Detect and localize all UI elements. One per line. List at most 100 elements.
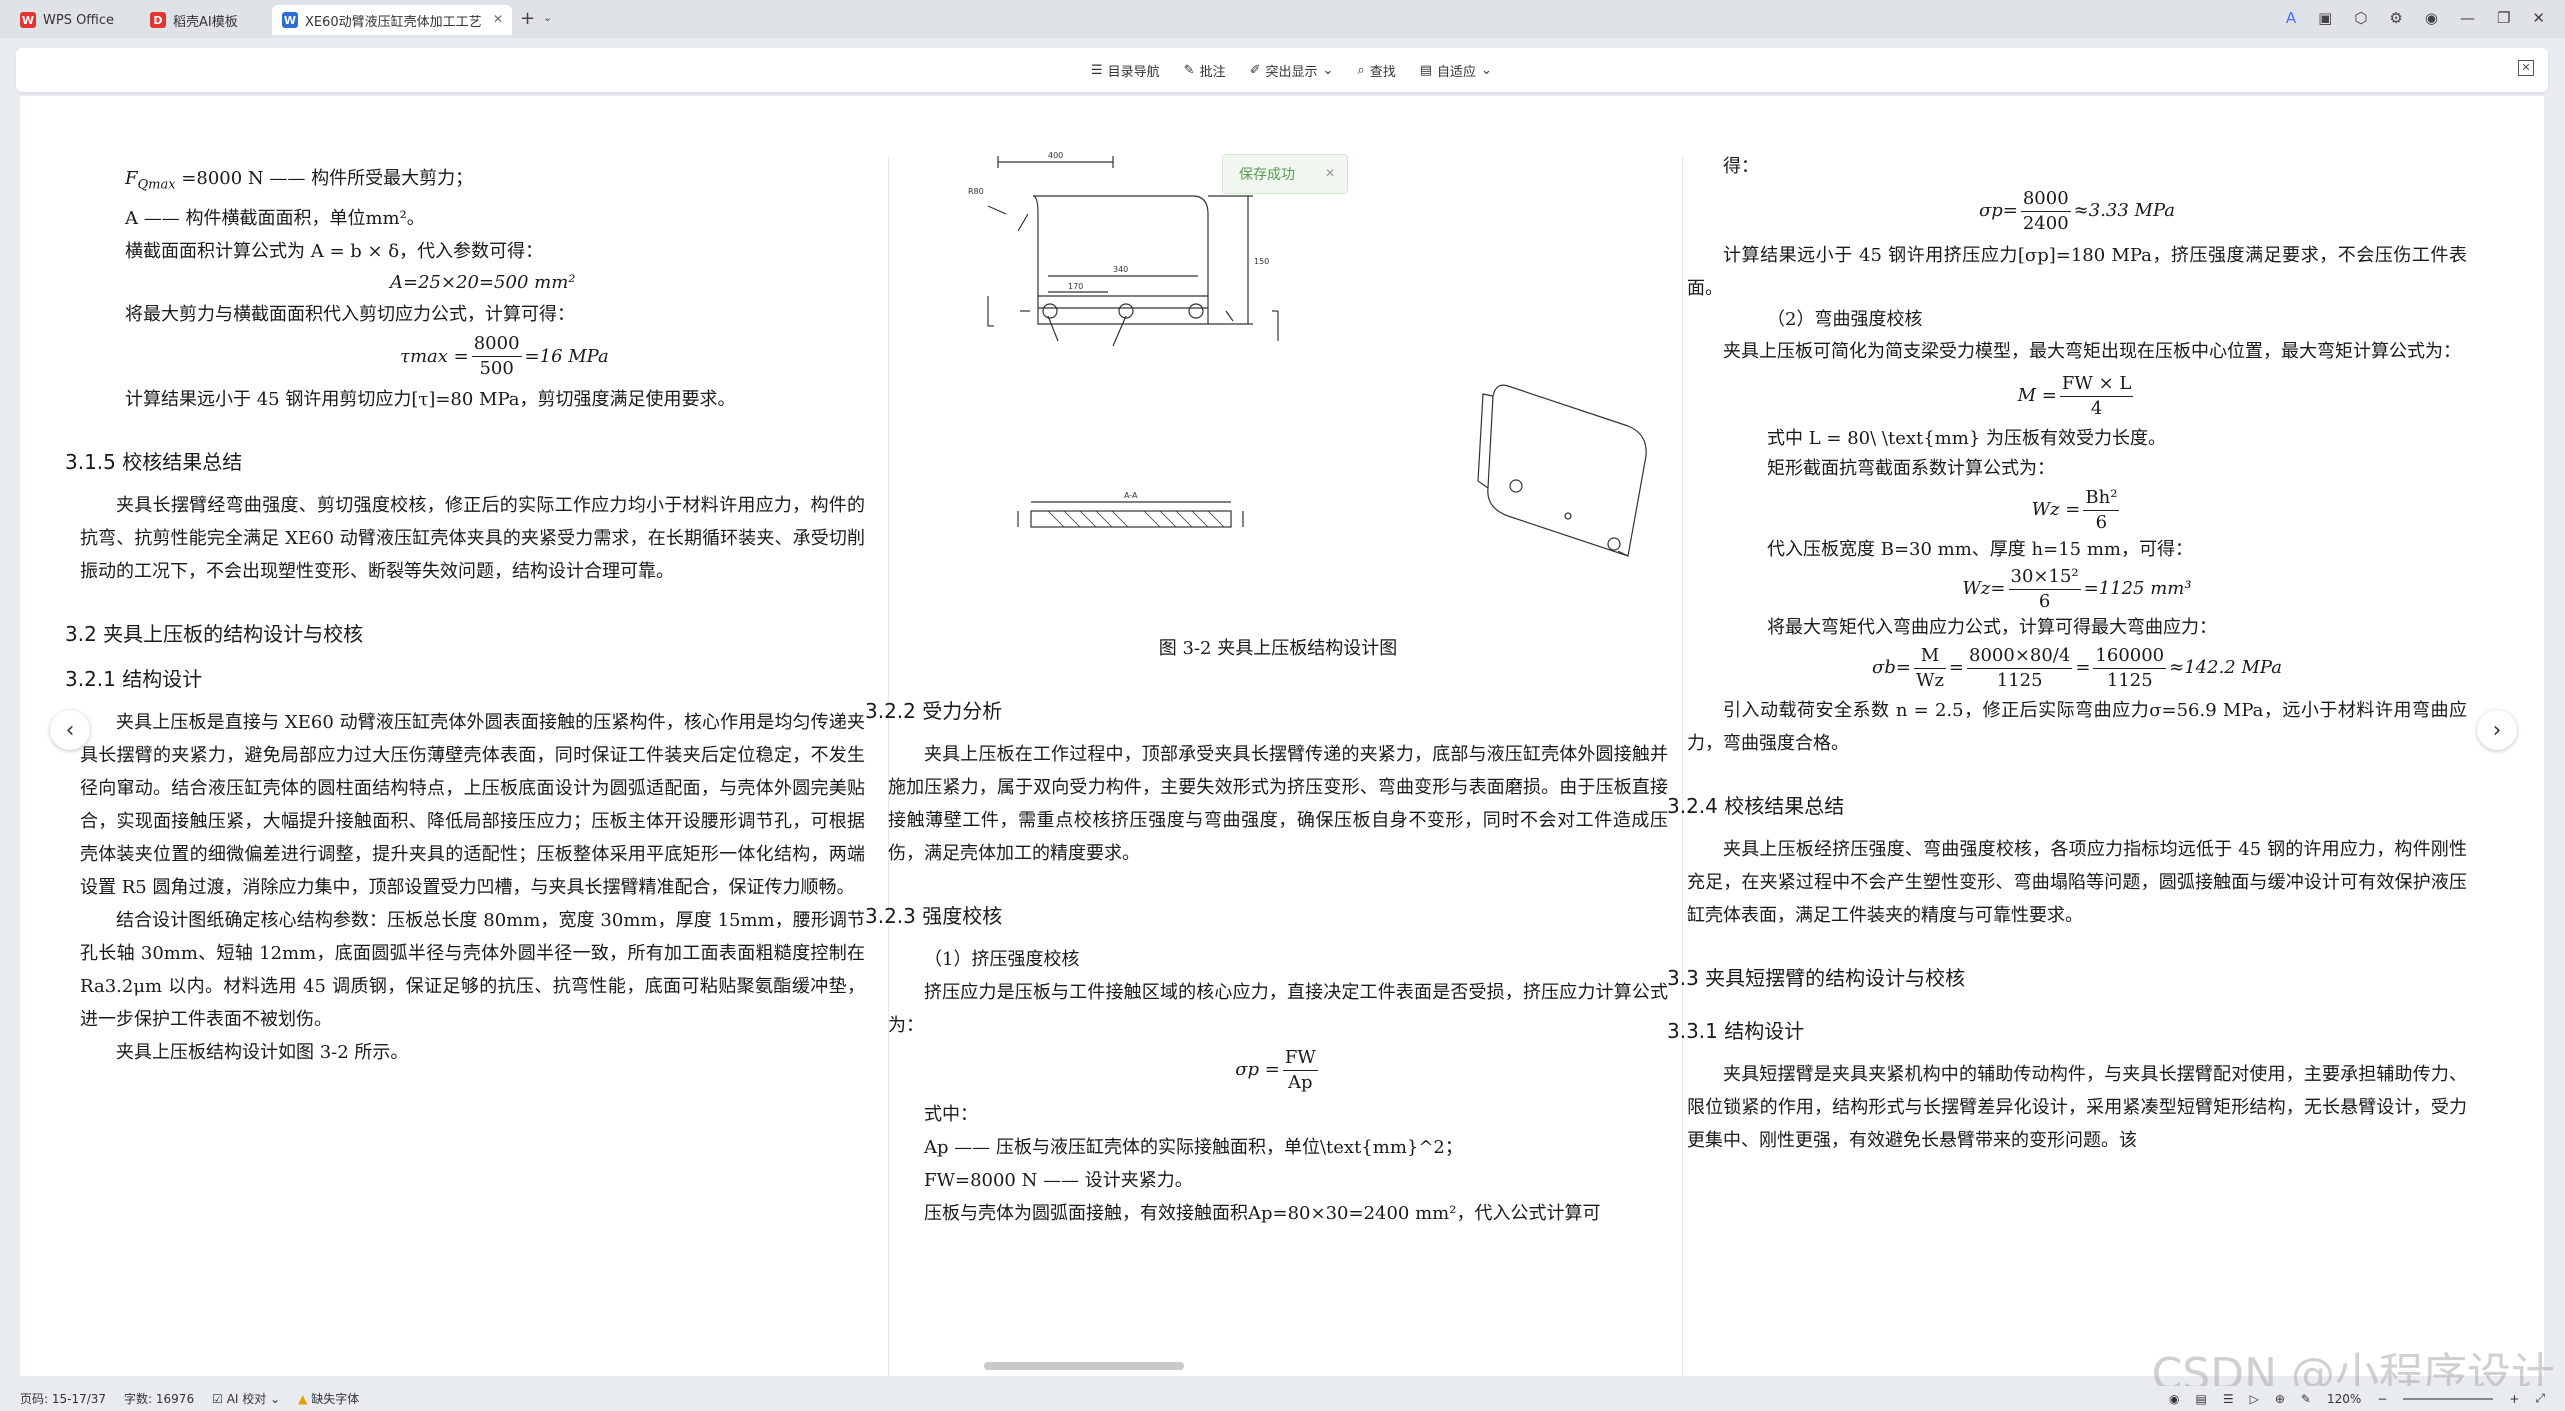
section-heading: 3.3.1 结构设计 (1667, 1019, 1805, 1043)
paragraph: 夹具长摆臂经弯曲强度、剪切强度校核，修正后的实际工作应力均小于材料许用应力，构件… (80, 494, 865, 582)
page-icon: ▤ (1419, 63, 1433, 78)
tab-wps-office[interactable]: W WPS Office (10, 5, 140, 35)
daoke-icon: D (150, 12, 166, 28)
next-page-button[interactable]: › (2477, 710, 2517, 750)
search-icon: ⌕ (1357, 63, 1365, 78)
zoom-slider[interactable] (2403, 1397, 2494, 1400)
highlight-button[interactable]: ✐ 突出显示 ⌄ (1250, 61, 1334, 80)
tab-daoke-template[interactable]: D 稻壳AI模板 (140, 5, 265, 35)
web-view-icon[interactable]: ⊕ (2275, 1392, 2285, 1406)
zoom-in-icon[interactable]: + (2509, 1392, 2519, 1406)
text-line: （1）挤压强度校核 (924, 949, 1080, 970)
restore-icon[interactable]: ❐ (2497, 9, 2510, 27)
document-page: FQmax =8000 N —— 构件所受最大剪力； A —— 构件横截面面积，… (20, 96, 2544, 1376)
highlighter-icon: ✐ (1249, 63, 1261, 78)
exit-reading-icon[interactable]: ✕ (2518, 60, 2534, 76)
equation: M = FW × L4 (2017, 372, 2134, 419)
toc-nav-button[interactable]: ☰ 目录导航 (1091, 61, 1160, 80)
fit-button[interactable]: ▤ 自适应 ⌄ (1420, 61, 1492, 80)
column-divider (1682, 156, 1683, 1376)
text-line: FQmax =8000 N —— 构件所受最大剪力； (125, 168, 474, 193)
text-line: 压板与壳体为圆弧面接触，有效接触面积Ap=80×30=2400 mm²，代入公式… (924, 1203, 1601, 1224)
pen-icon[interactable]: ✎ (2301, 1392, 2311, 1406)
close-toast-icon[interactable]: ✕ (1325, 166, 1335, 180)
prev-page-button[interactable]: ‹ (50, 710, 90, 750)
chevron-left-icon: ‹ (65, 717, 75, 743)
text-line: 将最大弯矩代入弯曲应力公式，计算可得最大弯曲应力： (1767, 617, 2217, 638)
dim-label: 170 (1068, 282, 1083, 291)
section-heading: 3.1.5 校核结果总结 (65, 449, 243, 474)
column-3: 得： σp= 8000 2400 ≈3.33 MPa 计算结果远小于 45 钢许用挤压… (1667, 150, 2467, 1376)
section-heading: 3.2.4 校核结果总结 (1667, 794, 1845, 818)
eye-icon[interactable]: ◉ (2169, 1392, 2179, 1406)
paragraph: 挤压应力是压板与工件接触区域的核心应力，直接决定工件表面是否受损，挤压应力计算公… (888, 982, 1668, 1036)
paragraph: 夹具上压板是直接与 XE60 动臂液压缸壳体外圆表面接触的压紧构件，核心作用是均… (80, 711, 865, 898)
word-count[interactable]: 字数: 16976 (124, 1390, 194, 1407)
equation: A=25×20=500 mm² (390, 271, 576, 293)
equation: τmax = 8000 500 =16 MPa (400, 333, 609, 380)
ai-proofread-button[interactable]: ☑ AI 校对 ⌄ (212, 1390, 280, 1407)
page-indicator[interactable]: 页码: 15-17/37 (20, 1390, 106, 1407)
text-line: Ap —— 压板与液压缸壳体的实际接触面积，单位\text{mm}^2； (924, 1137, 1463, 1158)
zoom-out-icon[interactable]: − (2377, 1392, 2387, 1406)
text-line: 计算结果远小于 45 钢许用剪切应力[τ]=80 MPa，剪切强度满足使用要求。 (125, 388, 736, 410)
dim-label: 150 (1254, 257, 1269, 266)
text-line: 得： (1723, 156, 1759, 177)
minimize-icon[interactable]: — (2460, 9, 2475, 27)
paragraph: 夹具上压板可简化为简支梁受力模型，最大弯矩出现在压板中心位置，最大弯矩计算公式为… (1723, 341, 2461, 362)
tab-document[interactable]: W XE60动臂液压缸壳体加工工艺 ✕ (272, 5, 512, 35)
warning-icon: ▲ (298, 1392, 308, 1406)
annotate-button[interactable]: ✎ 批注 (1184, 61, 1226, 80)
close-window-icon[interactable]: ✕ (2532, 9, 2545, 27)
chevron-right-icon: › (2492, 717, 2502, 743)
paragraph: 计算结果远小于 45 钢许用挤压应力[σp]=180 MPa，挤压强度满足要求，… (1687, 245, 2467, 299)
section-heading: 3.2.3 强度校核 (865, 904, 1003, 928)
section-heading: 3.3 夹具短摆臂的结构设计与校核 (1667, 966, 1966, 990)
equation: σb= M Wz = 8000×80/4 1125 = 160000 1125 ≈142.2 MP… (1872, 644, 2282, 691)
section-label: A-A (1124, 491, 1138, 500)
text-line: 式中： (924, 1104, 978, 1125)
close-tab-icon[interactable]: ✕ (493, 12, 503, 26)
cube-icon[interactable]: ⬡ (2354, 9, 2367, 27)
equation: σp= 8000 2400 ≈3.33 MPa (1978, 187, 2176, 234)
equation: Wz = Bh² 6 (2031, 486, 2120, 533)
missing-font-button[interactable]: ▲ 缺失字体 (298, 1390, 359, 1407)
list-icon: ☰ (1091, 63, 1103, 78)
new-tab-icon[interactable]: + (520, 8, 535, 29)
paragraph: 结合设计图纸确定核心结构参数：压板总长度 80mm，宽度 30mm，厚度 15m… (80, 909, 865, 1030)
figure-caption: 图 3-2 夹具上压板结构设计图 (1158, 638, 1398, 659)
text-line: 式中 L = 80\ \text{mm} 为压板有效受力长度。 (1767, 428, 2166, 449)
dim-label: R80 (968, 187, 984, 196)
user-icon[interactable]: ◉ (2425, 9, 2438, 27)
text-line: 将最大剪力与横截面面积代入剪切应力公式，计算可得： (125, 303, 575, 325)
column-1: FQmax =8000 N —— 构件所受最大剪力； A —— 构件横截面面积，… (65, 162, 865, 1376)
dim-label: 340 (1113, 265, 1128, 274)
horizontal-scrollbar[interactable] (984, 1362, 1184, 1370)
proofread-icon: ☑ (212, 1392, 223, 1406)
zoom-level[interactable]: 120% (2327, 1392, 2361, 1406)
equation: σp = FW Ap (1235, 1046, 1318, 1093)
tab-bar: W WPS Office D 稻壳AI模板 W XE60动臂液压缸壳体加工工艺 … (0, 0, 2565, 38)
page-view-icon[interactable]: ▤ (2195, 1392, 2206, 1406)
paragraph: 夹具上压板在工作过程中，顶部承受夹具长摆臂传递的夹紧力，底部与液压缸壳体外圆接触… (888, 744, 1668, 864)
settings-icon[interactable]: ⚙ (2389, 9, 2402, 27)
chevron-down-icon[interactable]: ⌄ (543, 11, 552, 24)
outline-icon[interactable]: ☰ (2223, 1392, 2234, 1406)
paragraph: 夹具上压板经挤压强度、弯曲强度校核，各项应力指标均远低于 45 钢的许用应力，构… (1687, 839, 2467, 926)
ai-icon[interactable]: A (2286, 9, 2296, 27)
text-line: FW=8000 N —— 设计夹紧力。 (924, 1170, 1193, 1191)
text-line: （2）弯曲强度校核 (1767, 309, 1923, 330)
fullscreen-icon[interactable]: ⤢ (2535, 1391, 2545, 1406)
section-heading: 3.2 夹具上压板的结构设计与校核 (65, 621, 364, 646)
window-controls: A ▣ ⬡ ⚙ ◉ — ❐ ✕ (2286, 9, 2545, 27)
text-line: 矩形截面抗弯截面系数计算公式为： (1767, 458, 2055, 479)
play-icon[interactable]: ▷ (2250, 1392, 2259, 1406)
layout-icon[interactable]: ▣ (2318, 9, 2332, 27)
dim-label: 400 (1048, 151, 1063, 160)
paragraph: 夹具上压板结构设计如图 3-2 所示。 (116, 1041, 409, 1063)
status-bar: 页码: 15-17/37 字数: 16976 ☑ AI 校对 ⌄ ▲ 缺失字体 … (0, 1386, 2565, 1411)
equation: Wz= 30×15² 6 =1125 mm³ (1962, 565, 2192, 612)
search-button[interactable]: ⌕ 查找 (1357, 61, 1395, 80)
writer-icon: W (282, 12, 298, 28)
save-success-toast: 保存成功 ✕ (1222, 154, 1348, 194)
